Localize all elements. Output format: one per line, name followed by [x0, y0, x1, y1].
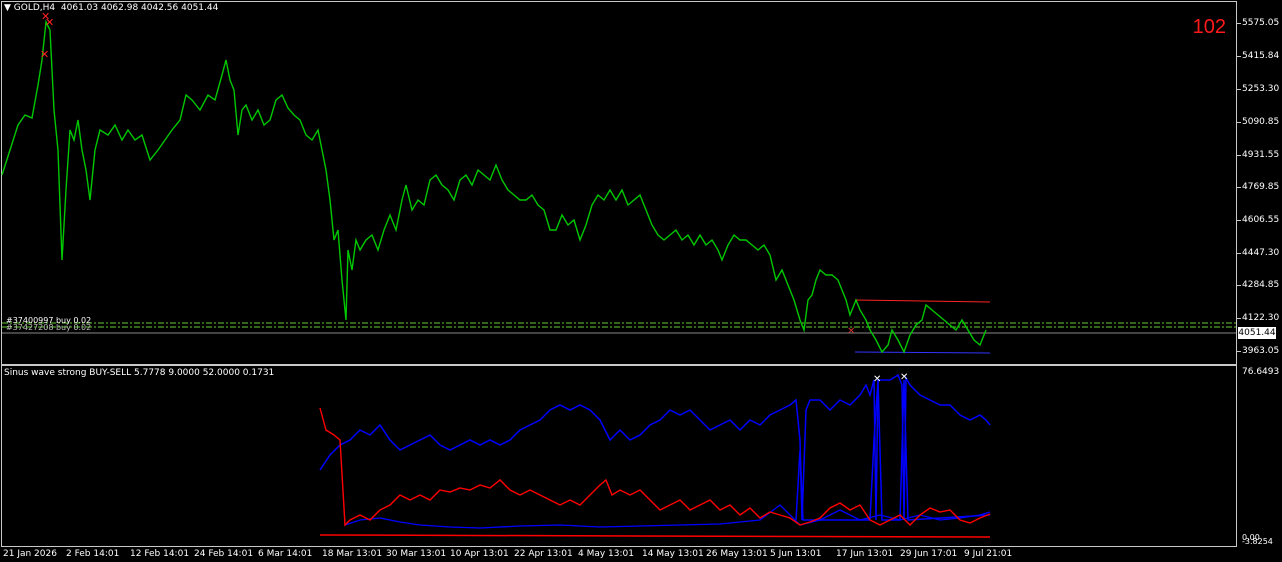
price-tick: 4931.55: [1242, 150, 1280, 160]
indicator-low-blue: [344, 504, 991, 529]
time-tick: 24 Feb 14:01: [194, 549, 254, 559]
indicator-axis-bottom2: -3.8254: [1242, 537, 1273, 546]
chart-header: ▼ GOLD,H4 4061.03 4062.98 4042.56 4051.4…: [4, 3, 218, 14]
time-tick: 30 Mar 13:01: [386, 549, 447, 559]
peak-marker: ✕: [900, 372, 908, 383]
price-tick: 4447.30: [1242, 248, 1280, 258]
time-tick: 2 Feb 14:01: [66, 549, 120, 559]
time-tick: 12 Feb 14:01: [130, 549, 190, 559]
sell-signal-marker: ✕: [40, 48, 49, 61]
time-tick: 17 Jun 13:01: [836, 549, 894, 559]
sell-signal-marker: ✕: [847, 326, 855, 337]
channel-bottom-line: [854, 351, 991, 354]
indicator-red-base: [319, 534, 991, 538]
time-tick: 22 Apr 13:01: [514, 549, 573, 559]
current-price-box: 4051.44: [1238, 327, 1276, 339]
chart-canvas: ✕ ✕ ✕ ✕ ✕ ✕: [1, 10, 1236, 538]
symbol-menu-icon[interactable]: ▼: [4, 3, 11, 13]
symbol-label: GOLD,H4: [13, 3, 56, 13]
price-tick: 5415.84: [1242, 51, 1280, 61]
time-tick: 5 Jun 13:01: [770, 549, 822, 559]
time-tick: 14 May 13:01: [642, 549, 704, 559]
price-tick: 4284.85: [1242, 280, 1280, 290]
price-tick: 5253.30: [1242, 84, 1280, 94]
time-tick: 9 Jul 21:01: [964, 549, 1013, 559]
channel-top-line: [854, 299, 991, 303]
price-tick: 4769.85: [1242, 182, 1280, 192]
time-tick: 6 Mar 14:01: [258, 549, 313, 559]
indicator-axis-top: 76.6493: [1242, 367, 1280, 377]
order-label-b: #37427208 buy 0.02: [6, 323, 92, 332]
time-tick: 29 Jun 17:01: [900, 549, 958, 559]
indicator-title: Sinus wave strong BUY-SELL 5.7778 9.0000…: [4, 368, 275, 378]
time-tick: 21 Jan 2026: [3, 549, 57, 559]
indicator-blue-line: [319, 373, 991, 521]
counter-value: 102: [1192, 16, 1226, 38]
price-tick: 5090.85: [1242, 117, 1280, 127]
price-tick: 3963.05: [1242, 346, 1280, 356]
indicator-red-line: [319, 407, 991, 527]
time-tick: 4 May 13:01: [578, 549, 634, 559]
price-series: [1, 19, 987, 354]
peak-marker: ✕: [873, 374, 881, 385]
time-tick: 18 Mar 13:01: [322, 549, 383, 559]
sell-signal-marker: ✕: [45, 16, 54, 29]
time-tick: 26 May 13:01: [706, 549, 768, 559]
price-tick: 4122.30: [1242, 313, 1280, 323]
price-tick: 5575.05: [1242, 18, 1280, 28]
indicator-blue-spike: [795, 379, 991, 521]
time-tick: 10 Apr 13:01: [450, 549, 509, 559]
price-tick: 4606.55: [1242, 215, 1280, 225]
ohlc-values: 4061.03 4062.98 4042.56 4051.44: [60, 3, 219, 13]
